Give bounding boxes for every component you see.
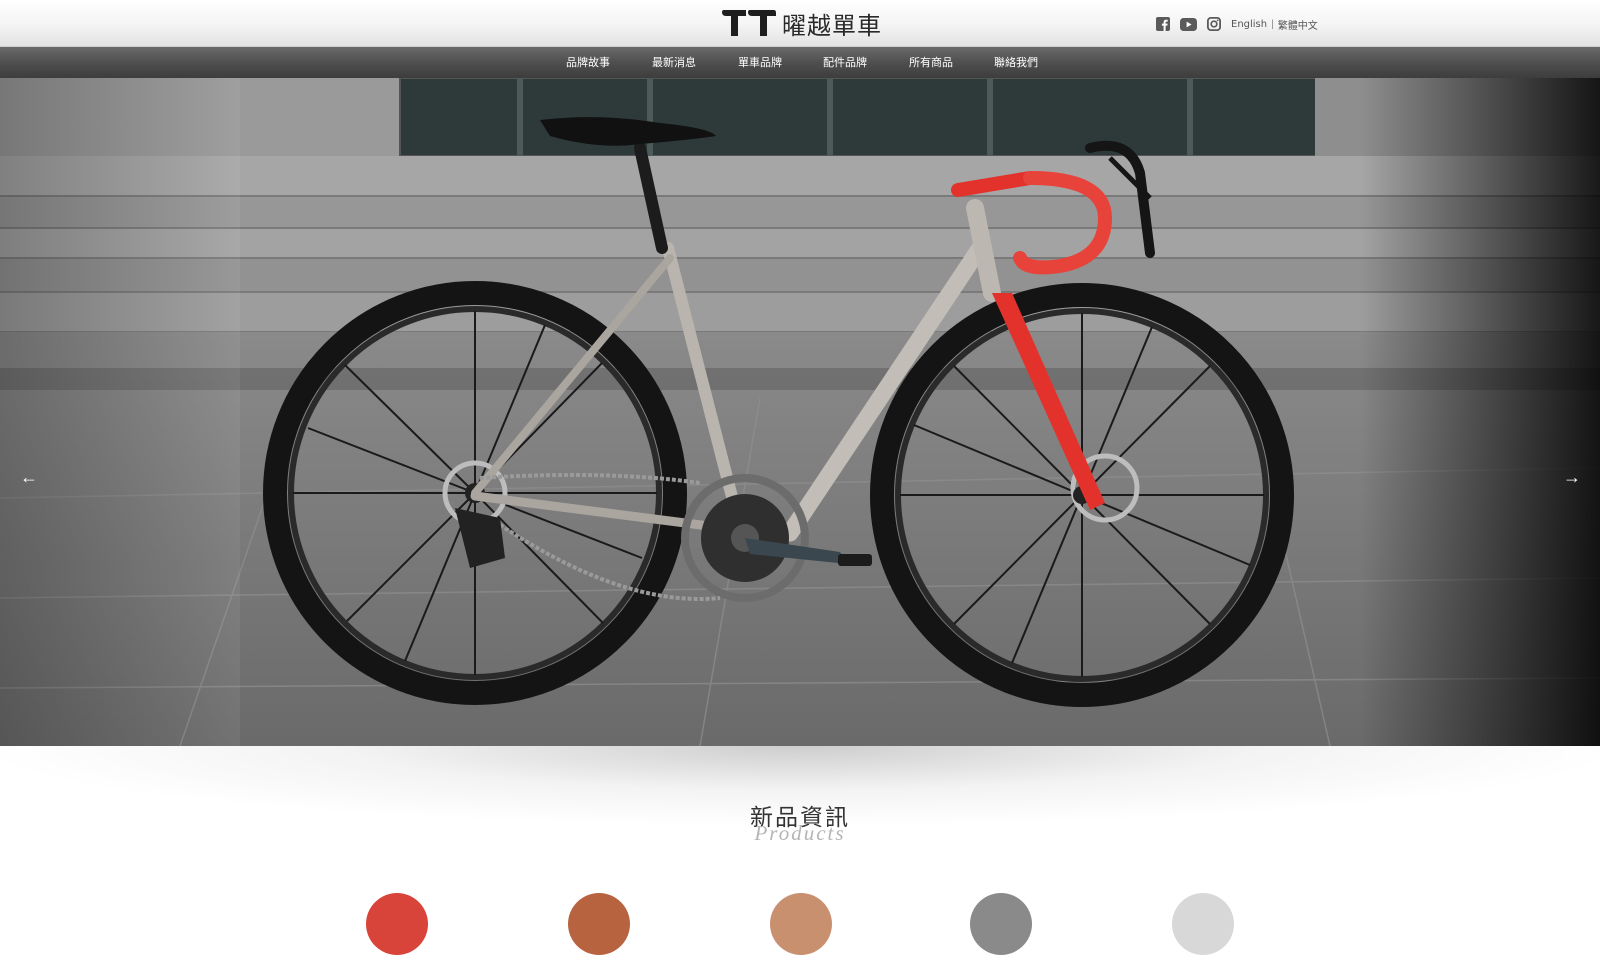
nav-item-brand-story[interactable]: 品牌故事 — [566, 47, 610, 78]
product-thumbnail[interactable] — [568, 893, 630, 955]
product-thumbnail[interactable] — [366, 893, 428, 955]
product-thumbnail[interactable] — [1172, 893, 1234, 955]
lang-english-link[interactable]: English — [1231, 19, 1267, 30]
product-thumbnail[interactable] — [770, 893, 832, 955]
hero-bike-image — [0, 78, 1600, 746]
nav-item-bike-brands[interactable]: 單車品牌 — [738, 47, 782, 78]
facebook-icon[interactable] — [1156, 17, 1170, 31]
lang-divider: | — [1271, 18, 1274, 30]
nav-item-accessory-brands[interactable]: 配件品牌 — [823, 47, 867, 78]
product-thumbnail[interactable] — [970, 893, 1032, 955]
instagram-icon[interactable] — [1207, 17, 1221, 31]
header-right: English | 繁體中文 — [1156, 15, 1318, 33]
front-wheel — [870, 283, 1294, 707]
brand-name: 曜越單車 — [782, 11, 882, 40]
tt-logo-icon — [722, 10, 776, 36]
main-nav: 品牌故事 最新消息 單車品牌 配件品牌 所有商品 聯絡我們 — [0, 47, 1600, 78]
youtube-icon[interactable] — [1180, 17, 1197, 31]
nav-item-contact[interactable]: 聯絡我們 — [994, 47, 1038, 78]
nav-item-news[interactable]: 最新消息 — [652, 47, 696, 78]
lang-chinese-link[interactable]: 繁體中文 — [1278, 17, 1318, 32]
brand-logo[interactable]: 曜越單車 — [722, 8, 882, 40]
nav-item-all-products[interactable]: 所有商品 — [909, 47, 953, 78]
hero-slider: ← → — [0, 78, 1600, 746]
section-subtitle: Products — [754, 821, 846, 845]
slider-prev-arrow[interactable]: ← — [20, 468, 38, 486]
site-header: 曜越單車 English | 繁體中文 — [0, 0, 1600, 47]
slider-next-arrow[interactable]: → — [1563, 468, 1581, 486]
new-products-section: 新品資訊 Products — [0, 746, 1600, 955]
